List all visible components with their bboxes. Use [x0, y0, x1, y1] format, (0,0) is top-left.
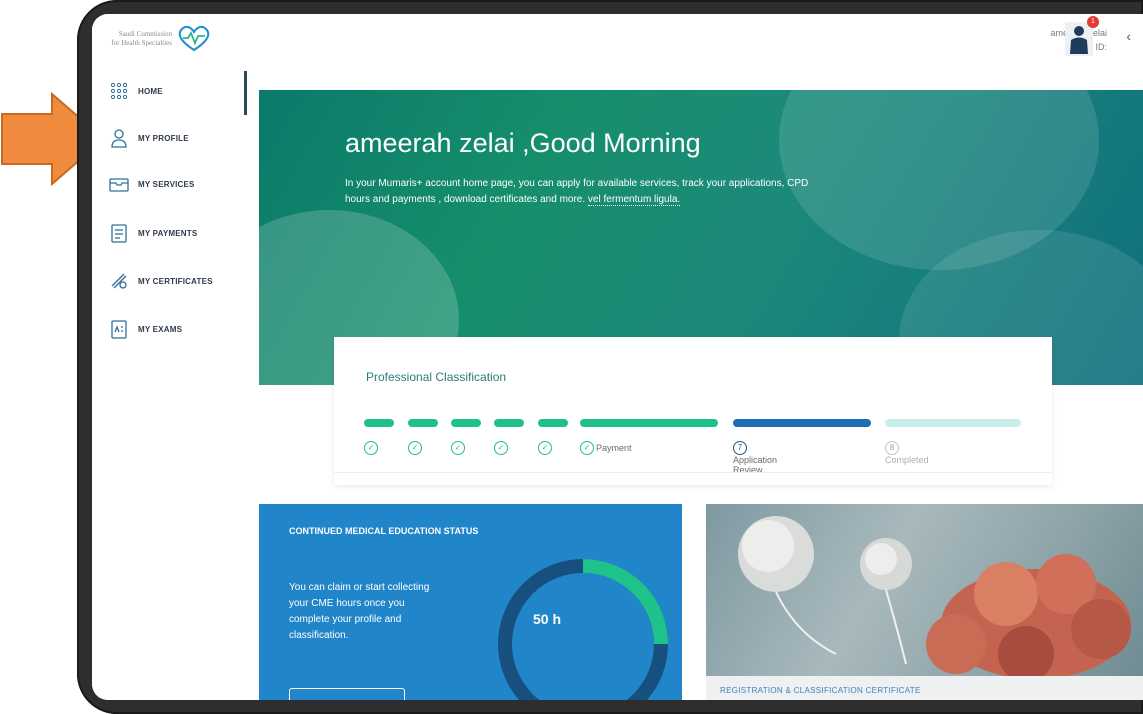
step-completed: 8Completed — [885, 441, 929, 465]
sidebar-item-label: MY SERVICES — [138, 179, 195, 189]
step-number: 7 — [733, 441, 747, 455]
cme-description: You can claim or start collecting your C… — [289, 582, 430, 641]
sidebar-item-label: MY PROFILE — [138, 133, 189, 143]
check-icon: ✓ — [580, 441, 594, 455]
progress-segment — [733, 419, 871, 427]
top-bar: Saudi Commission for Health Specialties … — [92, 14, 1143, 69]
certificate-image — [706, 504, 1143, 682]
check-icon: ✓ — [408, 441, 422, 455]
sidebar-item-home[interactable]: HOME — [108, 79, 163, 103]
classification-title: Professional Classification — [366, 370, 507, 384]
check-icon: ✓ — [494, 441, 508, 455]
tray-icon — [109, 178, 129, 192]
sidebar-item-label: MY CERTIFICATES — [138, 276, 213, 286]
avatar-icon[interactable] — [1065, 22, 1093, 56]
grid-icon — [110, 82, 128, 100]
progress-segment — [580, 419, 718, 427]
greeting-title: ameerah zelai ,Good Morning — [345, 128, 701, 158]
check-icon: ✓ — [451, 441, 465, 455]
step-application-review: 7Application Review — [733, 441, 778, 475]
progress-segment — [364, 419, 394, 427]
sidebar-item-label: HOME — [138, 86, 163, 96]
sidebar-item-my-profile[interactable]: MY PROFILE — [108, 126, 189, 150]
classification-card: Professional Classification ✓ ✓ ✓ ✓ ✓ ✓ … — [334, 337, 1052, 485]
step-label-payment: Payment — [596, 443, 632, 453]
sidebar-item-label: MY PAYMENTS — [138, 228, 198, 238]
check-icon: ✓ — [538, 441, 552, 455]
check-icon: ✓ — [364, 441, 378, 455]
progress-segment — [494, 419, 524, 427]
certificate-icon — [111, 273, 127, 289]
greeting-text: In your Mumaris+ account home page, you … — [345, 178, 809, 206]
progress-segment — [408, 419, 438, 427]
sidebar-item-label: MY EXAMS — [138, 324, 183, 334]
app-screen: Saudi Commission for Health Specialties … — [92, 14, 1143, 700]
read-more-link[interactable]: vel fermentum ligula. — [587, 194, 681, 206]
user-icon — [111, 129, 127, 148]
cells-illustration — [738, 516, 1131, 682]
progress-segment — [538, 419, 568, 427]
logo-line-1: Saudi Commission — [118, 30, 172, 38]
active-indicator — [244, 71, 247, 115]
heart-pulse-logo-icon — [178, 25, 210, 52]
certificate-card[interactable]: REGISTRATION & CLASSIFICATION CERTIFICAT… — [706, 504, 1143, 700]
cme-action-button[interactable] — [289, 688, 405, 700]
divider — [334, 472, 1052, 473]
sidebar-item-my-payments[interactable]: MY PAYMENTS — [108, 221, 197, 245]
exam-icon — [111, 320, 127, 339]
sidebar-item-my-services[interactable]: MY SERVICES — [108, 172, 195, 196]
sidebar-item-my-exams[interactable]: MY EXAMS — [108, 317, 182, 341]
clipboard-icon — [111, 224, 127, 243]
sidebar-item-my-certificates[interactable]: MY CERTIFICATES — [108, 269, 213, 293]
step-number: 8 — [885, 441, 899, 455]
certificate-label: REGISTRATION & CLASSIFICATION CERTIFICAT… — [720, 686, 921, 695]
cme-progress-ring: 50 h — [498, 559, 668, 700]
chevron-left-icon[interactable]: ‹ — [1126, 28, 1131, 44]
cme-hours: 50 h — [533, 611, 561, 627]
app-logo[interactable]: Saudi Commission for Health Specialties — [102, 24, 214, 54]
sidebar: HOME MY PROFILE MY SERVICES MY PAYMENTS … — [92, 69, 247, 700]
progress-segment — [451, 419, 481, 427]
cme-title: CONTINUED MEDICAL EDUCATION STATUS — [289, 526, 479, 536]
progress-segment — [885, 419, 1021, 427]
logo-line-2: for Health Specialties — [111, 39, 172, 47]
cme-status-card: CONTINUED MEDICAL EDUCATION STATUS You c… — [259, 504, 682, 700]
notification-badge[interactable]: 1 — [1087, 16, 1099, 28]
